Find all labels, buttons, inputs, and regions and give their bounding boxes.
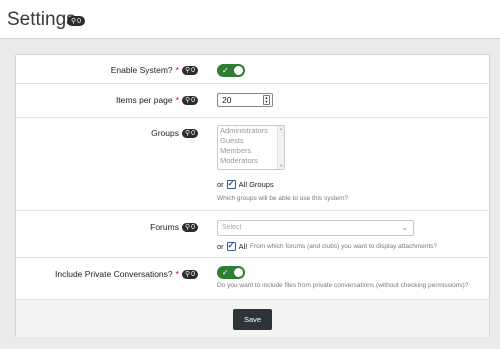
scroll-down-icon[interactable]: ▼	[279, 164, 283, 168]
title-badge[interactable]: ⚲ 0	[67, 16, 86, 26]
groups-hint: Which groups will be able to use this sy…	[217, 195, 349, 202]
items-per-page-badge[interactable]: ⚲ 0	[181, 95, 198, 105]
row-divider	[16, 257, 489, 258]
badge-count: 0	[191, 129, 195, 137]
row-divider	[16, 117, 489, 118]
groups-label: Groups	[151, 128, 179, 138]
required-marker: *	[175, 95, 179, 105]
badge-count: 0	[191, 66, 195, 74]
badge-count: 0	[191, 223, 195, 231]
forums-or-label: or	[217, 242, 224, 251]
form-footer: Save	[16, 299, 489, 337]
forums-label: Forums	[150, 222, 179, 232]
groups-badge[interactable]: ⚲ 0	[181, 128, 198, 138]
badge-count: 0	[77, 17, 82, 25]
all-groups-label[interactable]: All Groups	[239, 180, 274, 189]
scroll-up-icon[interactable]: ▲	[279, 127, 283, 131]
settings-form: Enable System? * ⚲ 0 ✓ Items per page * …	[15, 54, 490, 337]
required-marker: *	[175, 65, 179, 75]
private-conversations-label: Include Private Conversations?	[54, 269, 173, 279]
groups-label-row: Groups ⚲ 0	[151, 128, 198, 138]
enable-system-label-row: Enable System? * ⚲ 0	[111, 65, 198, 75]
groups-listbox[interactable]: Administrators Guests Members Moderators…	[217, 125, 285, 170]
items-per-page-label-row: Items per page * ⚲ 0	[116, 95, 198, 105]
forums-hint: From which forums (and clubs) you want t…	[250, 243, 438, 250]
items-per-page-input[interactable]: 20 ▲ ▼	[217, 93, 273, 107]
check-icon: ✓	[222, 268, 229, 277]
groups-option[interactable]: Guests	[218, 136, 284, 146]
forums-select-placeholder: Select	[222, 224, 242, 231]
search-icon: ⚲	[184, 223, 191, 231]
stepper-down-icon[interactable]: ▼	[265, 100, 269, 104]
all-forums-checkbox[interactable]: ✓	[226, 241, 236, 251]
chevron-down-icon: ⌄	[401, 223, 408, 232]
groups-all-line: or ✓ All Groups	[217, 179, 274, 189]
forums-badge[interactable]: ⚲ 0	[181, 222, 198, 232]
toggle-knob	[234, 268, 243, 277]
toggle-knob	[234, 66, 243, 75]
enable-system-badge[interactable]: ⚲ 0	[181, 65, 198, 75]
enable-system-label: Enable System?	[110, 65, 173, 75]
private-conversations-badge[interactable]: ⚲ 0	[181, 269, 198, 279]
groups-or-label: or	[217, 180, 224, 189]
private-conversations-hint: Do you want to include files from privat…	[217, 282, 469, 289]
listbox-scrollbar[interactable]: ▲ ▼	[277, 126, 284, 169]
items-per-page-value: 20	[222, 95, 232, 105]
private-conversations-toggle[interactable]: ✓	[217, 266, 245, 279]
check-icon: ✓	[222, 66, 229, 75]
all-forums-label[interactable]: All	[239, 242, 247, 251]
forums-all-line: or ✓ All From which forums (and clubs) y…	[217, 241, 438, 251]
search-icon: ⚲	[71, 17, 77, 25]
save-button[interactable]: Save	[233, 309, 272, 330]
items-per-page-label: Items per page	[115, 95, 173, 105]
row-divider	[16, 210, 489, 211]
page-title: Settings	[7, 9, 76, 30]
private-conversations-label-row: Include Private Conversations? * ⚲ 0	[55, 269, 198, 279]
checkmark-icon: ✓	[227, 179, 235, 188]
enable-system-toggle[interactable]: ✓	[217, 64, 245, 77]
badge-count: 0	[191, 96, 195, 104]
page-header: Settings ⚲ 0	[0, 0, 500, 39]
search-icon: ⚲	[184, 66, 191, 74]
required-marker: *	[175, 269, 179, 279]
row-divider	[16, 83, 489, 84]
forums-label-row: Forums ⚲ 0	[150, 222, 198, 232]
groups-option[interactable]: Administrators	[218, 126, 284, 136]
search-icon: ⚲	[184, 96, 191, 104]
badge-count: 0	[191, 270, 195, 278]
checkmark-icon: ✓	[227, 241, 235, 250]
quantity-stepper[interactable]: ▲ ▼	[263, 95, 270, 105]
all-groups-checkbox[interactable]: ✓	[226, 179, 236, 189]
search-icon: ⚲	[184, 270, 191, 278]
groups-option[interactable]: Moderators	[218, 156, 284, 166]
forums-select[interactable]: Select ⌄	[217, 220, 414, 236]
search-icon: ⚲	[184, 129, 191, 137]
groups-option[interactable]: Members	[218, 146, 284, 156]
